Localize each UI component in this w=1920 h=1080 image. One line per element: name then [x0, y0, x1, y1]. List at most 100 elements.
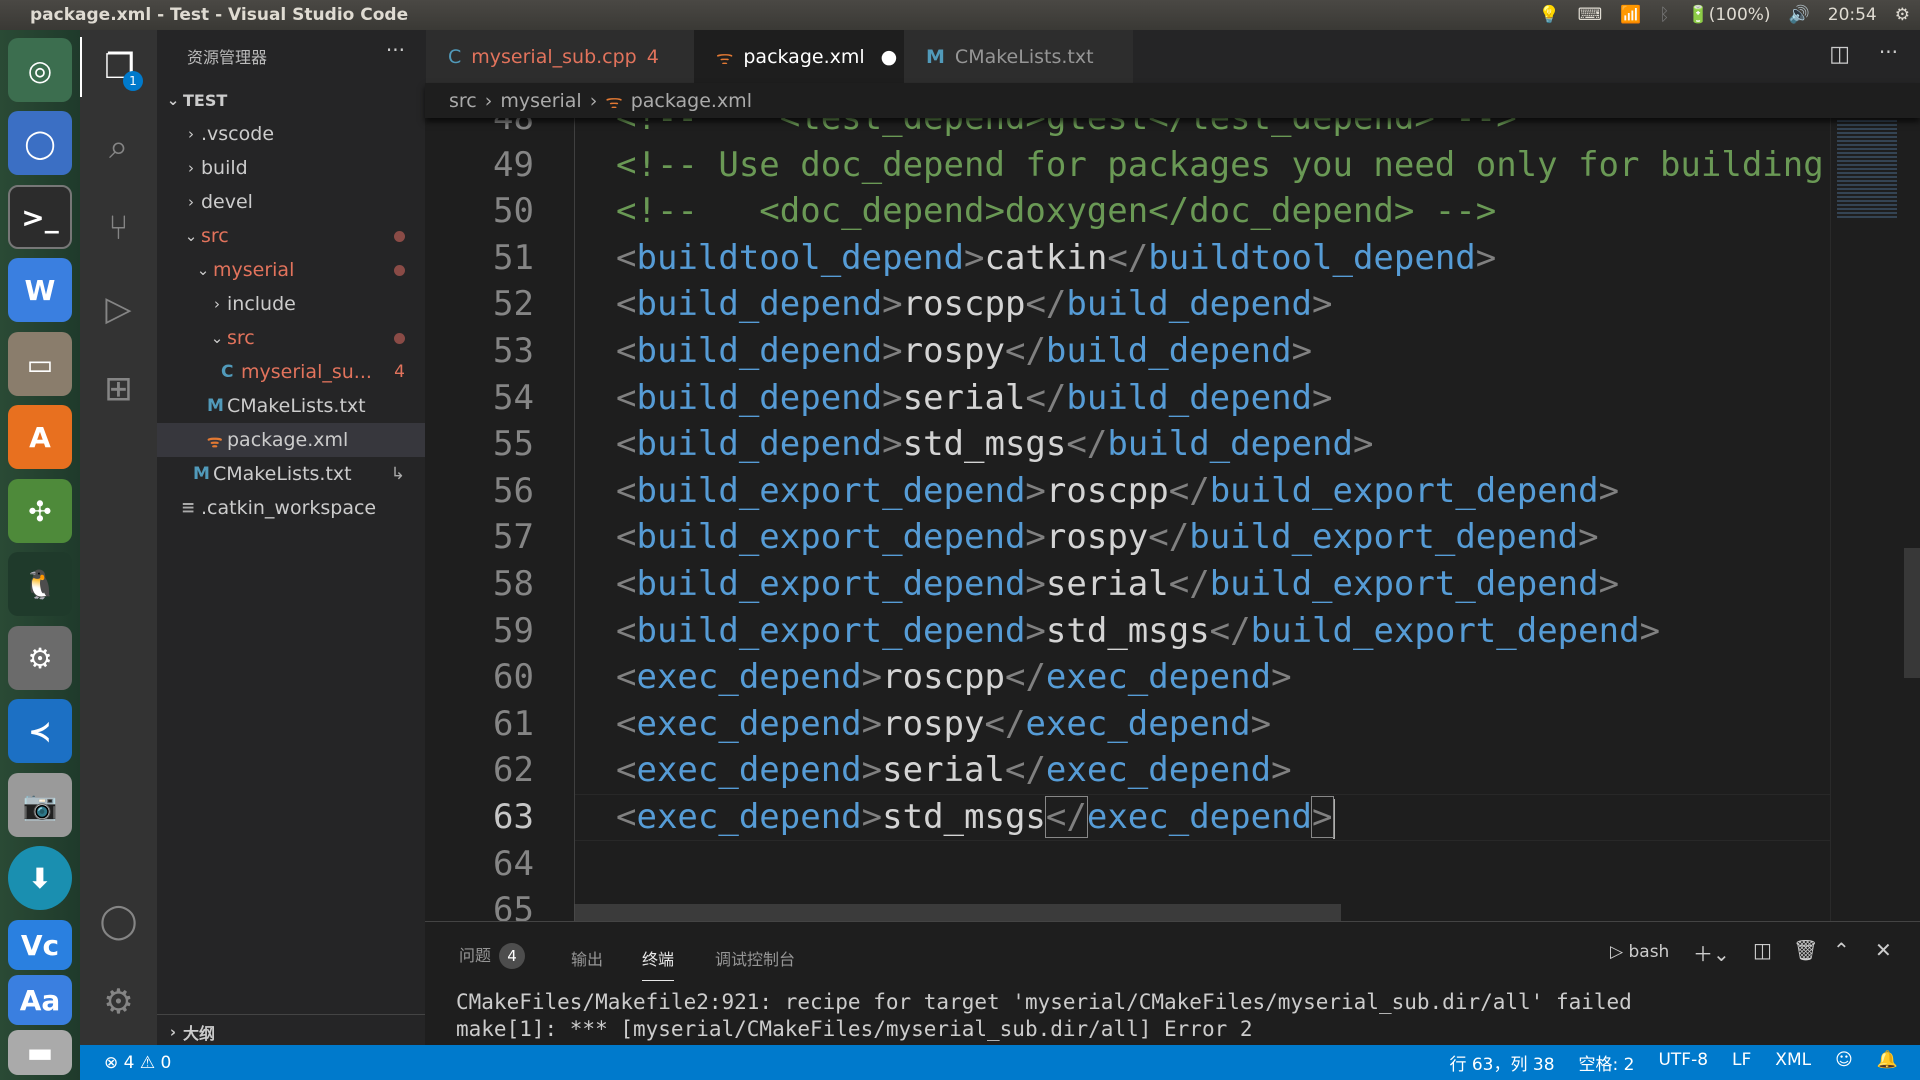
code-line[interactable]: <build_depend>rospy</build_depend> — [616, 328, 1312, 375]
tab-myserial-sub-cpp[interactable]: Cmyserial_sub.cpp 4 — [426, 30, 694, 83]
chevron-down-icon: ⌄ — [210, 329, 224, 347]
tab-output[interactable]: 输出 — [571, 946, 603, 970]
notifications-bell-icon[interactable]: 🔔 — [1877, 1050, 1898, 1075]
problems-status[interactable]: ⊗ 4 ⚠ 0 — [104, 1053, 171, 1073]
search-icon[interactable]: ⌕ — [80, 117, 157, 177]
breadcrumb-item[interactable]: myserial — [500, 90, 581, 112]
indentation[interactable]: 空格: 2 — [1579, 1050, 1635, 1075]
tree-item[interactable]: › .vscode — [157, 117, 425, 151]
maximize-panel-icon[interactable]: ⌃ — [1833, 938, 1850, 962]
tree-item[interactable]: › include — [157, 287, 425, 321]
source-control-icon[interactable]: ⑂ — [80, 198, 157, 258]
settings-gear-icon[interactable]: ⚙ — [80, 972, 157, 1032]
code-line[interactable]: <build_depend>roscpp</build_depend> — [616, 281, 1333, 328]
breadcrumb-item[interactable]: src — [449, 90, 477, 112]
tree-item[interactable]: ⌄ src — [157, 321, 425, 355]
account-icon[interactable]: ◯ — [80, 891, 157, 951]
tree-item[interactable]: M CMakeLists.txt ↳ — [157, 457, 425, 491]
keyboard-icon[interactable]: ⌨ — [1578, 5, 1603, 25]
more-actions-icon[interactable]: ··· — [1879, 40, 1898, 64]
tree-item[interactable]: › devel — [157, 185, 425, 219]
code-line[interactable]: <build_export_depend>std_msgs</build_exp… — [616, 608, 1660, 655]
tree-item[interactable]: M CMakeLists.txt — [157, 389, 425, 423]
code-token: > — [1025, 564, 1046, 604]
drive-icon[interactable]: ▬ — [8, 1030, 72, 1075]
chevron-down-icon: ⌄ — [196, 261, 210, 279]
code-line[interactable]: <!-- <test_depend>gtest</test_depend> --… — [616, 118, 1517, 142]
code-line[interactable]: <build_export_depend>roscpp</build_expor… — [616, 468, 1619, 515]
bluetooth-icon[interactable]: ᛒ — [1659, 5, 1669, 25]
tree-item[interactable]: Cmyserial_su... 4 — [157, 355, 425, 389]
terminal-icon[interactable]: >_ — [8, 185, 72, 249]
code-line[interactable]: <!-- <doc_depend>doxygen</doc_depend> --… — [616, 188, 1496, 235]
tree-item[interactable]: ≡ .catkin_workspace — [157, 491, 425, 525]
vertical-scrollbar[interactable] — [1904, 548, 1920, 678]
extensions-icon[interactable]: ⊞ — [80, 359, 157, 419]
code-editor[interactable]: 48 <!-- <test_depend>gtest</test_depend> … — [425, 118, 1830, 921]
visual-studio-code-alt-icon[interactable]: Vc — [8, 920, 72, 970]
tree-item-selected[interactable]: ᯤ package.xml — [157, 423, 425, 457]
vscode-icon[interactable]: ≺ — [8, 699, 72, 763]
code-line[interactable]: <exec_depend>std_msgs</exec_depend> — [616, 794, 1335, 841]
code-line[interactable]: <build_export_depend>serial</build_expor… — [616, 561, 1619, 608]
font-viewer-icon[interactable]: Aa — [8, 975, 72, 1025]
files-icon[interactable]: ▭ — [8, 332, 72, 396]
minimap[interactable] — [1830, 118, 1920, 921]
battery-icon[interactable]: 🔋(100%) — [1688, 5, 1771, 25]
code-line[interactable]: <build_export_depend>rospy</build_export… — [616, 514, 1599, 561]
ubuntu-dash-icon[interactable]: ◎ — [8, 38, 72, 102]
code-line[interactable]: <exec_depend>rospy</exec_depend> — [616, 701, 1271, 748]
new-terminal-icon[interactable]: ＋⌄ — [1693, 938, 1730, 967]
lightbulb-icon[interactable]: 💡 — [1538, 5, 1559, 25]
outline-section[interactable]: › 大纲 — [157, 1015, 425, 1049]
volume-icon[interactable]: 🔊 — [1789, 5, 1810, 25]
tab-package-xml[interactable]: ᯤ package.xml ● — [694, 30, 904, 83]
cursor-position[interactable]: 行 63，列 38 — [1449, 1050, 1554, 1075]
editor-tabs: Cmyserial_sub.cpp 4 ᯤ package.xml ● M CMakeL… — [425, 30, 1920, 83]
code-token: std_msgs — [902, 424, 1067, 465]
settings-icon[interactable]: ⚙ — [8, 626, 72, 690]
explorer-sidebar: 资源管理器 ··· ⌄ TEST › .vscode › build › devel ⌄… — [157, 30, 425, 1045]
software-center-icon[interactable]: A — [8, 405, 72, 469]
split-editor-icon[interactable]: ◫ — [1829, 42, 1850, 67]
code-line[interactable]: <build_depend>std_msgs</build_depend> — [616, 421, 1373, 468]
tree-item[interactable]: › build — [157, 151, 425, 185]
language-mode[interactable]: XML — [1775, 1050, 1811, 1075]
encoding[interactable]: UTF-8 — [1658, 1050, 1708, 1075]
code-line[interactable]: <exec_depend>roscpp</exec_depend> — [616, 654, 1292, 701]
code-line[interactable]: <!-- Use doc_depend for packages you nee… — [616, 142, 1824, 189]
qq-icon[interactable]: 🐧 — [8, 552, 72, 616]
more-actions-button[interactable]: ··· — [386, 38, 405, 62]
code-line[interactable]: <build_depend>serial</build_depend> — [616, 375, 1333, 422]
tree-item[interactable]: ⌄ myserial — [157, 253, 425, 287]
feedback-icon[interactable]: ☺ — [1835, 1050, 1853, 1075]
tab-cmakelists[interactable]: M CMakeLists.txt — [904, 30, 1133, 83]
horizontal-scrollbar[interactable] — [574, 904, 1341, 921]
camera-icon[interactable]: 📷 — [8, 773, 72, 837]
tab-problems[interactable]: 问题 4 — [459, 942, 526, 969]
tree-label: .vscode — [201, 123, 275, 145]
tree-item[interactable]: ⌄ src — [157, 219, 425, 253]
network-app-icon[interactable]: ✣ — [8, 479, 72, 543]
tab-terminal[interactable]: 终端 — [642, 946, 675, 981]
tree-root-test[interactable]: ⌄ TEST — [157, 83, 425, 117]
code-line[interactable]: <exec_depend>serial</exec_depend> — [616, 747, 1292, 794]
pin-app-icon[interactable]: ⬇ — [8, 846, 72, 910]
run-debug-icon[interactable]: ▷ — [80, 279, 157, 339]
wps-writer-icon[interactable]: W — [8, 258, 72, 322]
split-terminal-icon[interactable]: ◫ — [1753, 938, 1772, 962]
line-ending[interactable]: LF — [1732, 1050, 1751, 1075]
terminal-selector[interactable]: ▷ bash — [1610, 942, 1669, 962]
unsaved-dot[interactable]: ● — [881, 46, 898, 68]
code-line[interactable]: <buildtool_depend>catkin</buildtool_depe… — [616, 235, 1496, 282]
chromium-icon[interactable]: ◯ — [8, 111, 72, 175]
tab-debug-console[interactable]: 调试控制台 — [715, 946, 795, 970]
line-number: 55 — [493, 424, 534, 465]
breadcrumb-item[interactable]: package.xml — [631, 90, 752, 112]
power-gear-icon[interactable]: ⚙ — [1895, 5, 1910, 25]
explorer-icon[interactable]: ❐ 1 — [80, 37, 157, 97]
clock[interactable]: 20:54 — [1828, 5, 1877, 25]
close-panel-icon[interactable]: ✕ — [1875, 938, 1892, 962]
trash-icon[interactable]: 🗑 — [1793, 938, 1818, 962]
wifi-icon[interactable]: 📶 — [1620, 5, 1641, 25]
